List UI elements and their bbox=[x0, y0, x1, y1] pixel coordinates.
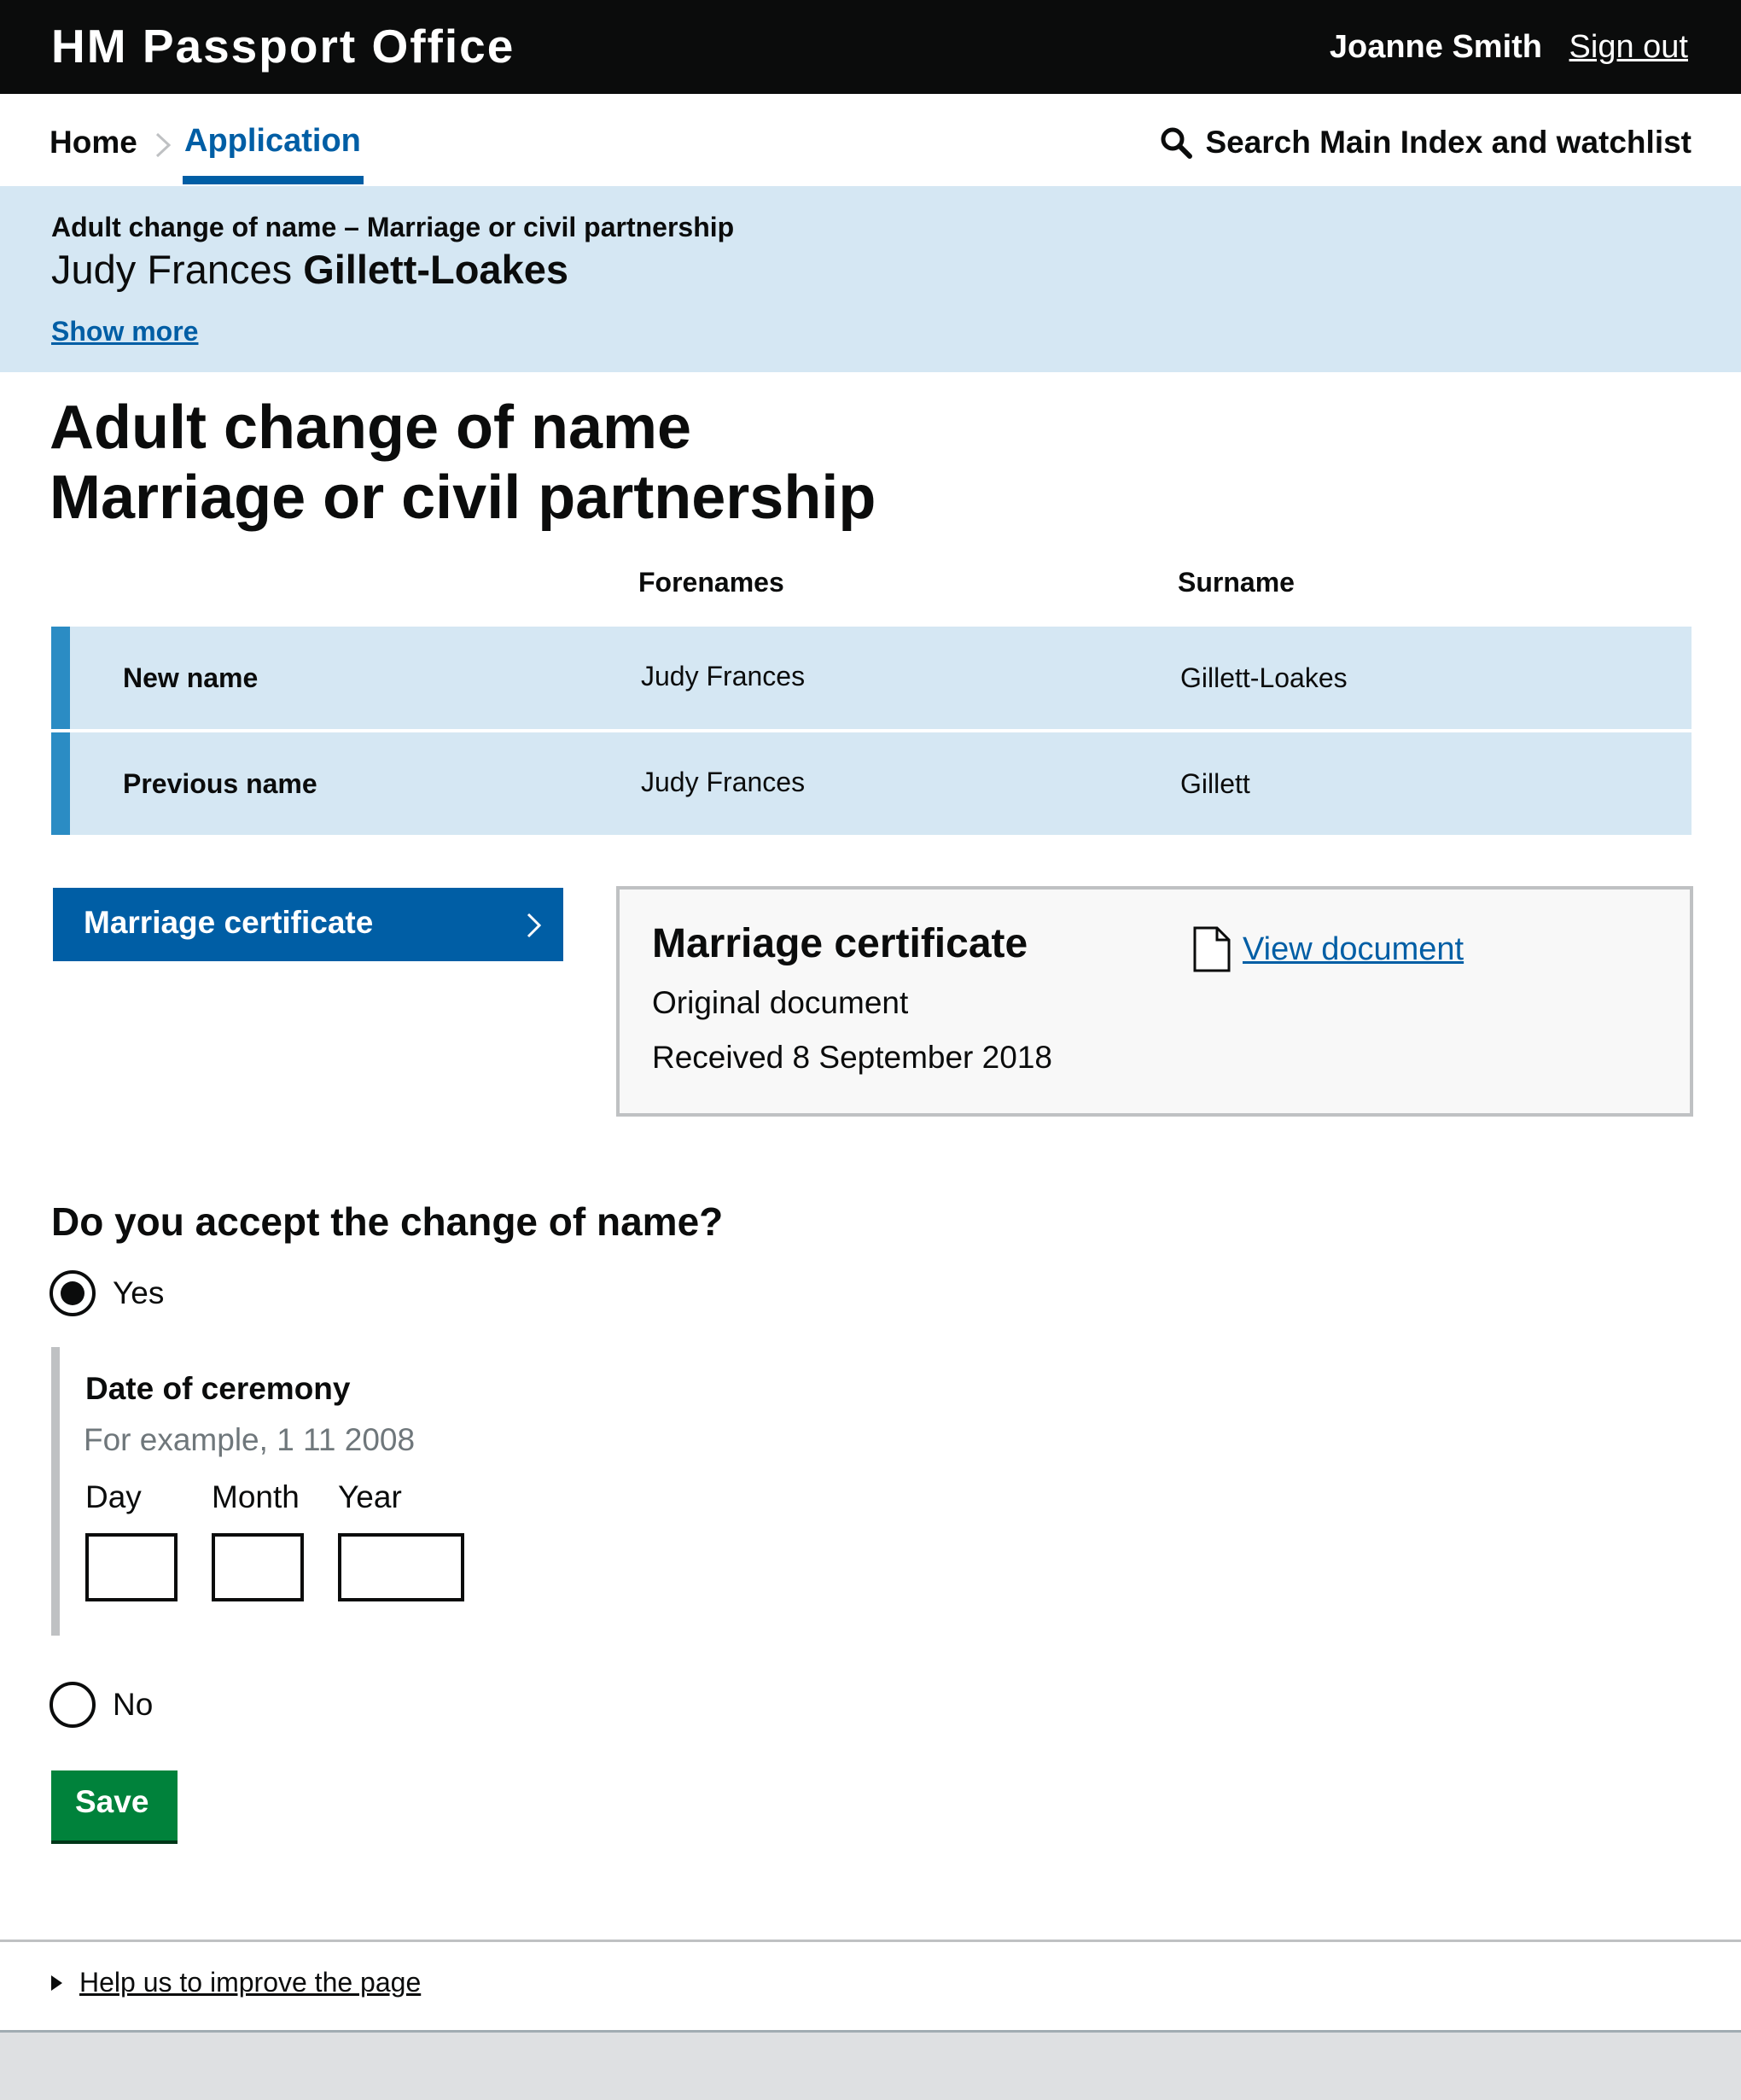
search-icon bbox=[1161, 127, 1193, 159]
sign-out-link[interactable]: Sign out bbox=[1569, 29, 1688, 66]
month-input[interactable] bbox=[212, 1533, 304, 1601]
applicant-surname: Gillett-Loakes bbox=[303, 247, 568, 292]
view-document-label: View document bbox=[1243, 930, 1464, 967]
date-hint: For example, 1 11 2008 bbox=[84, 1422, 416, 1457]
month-label: Month bbox=[212, 1479, 300, 1514]
service-brand[interactable]: HM Passport Office bbox=[51, 19, 515, 73]
page-footer bbox=[0, 2030, 1741, 2100]
column-header-surname: Surname bbox=[1178, 567, 1295, 598]
nav-application-tab[interactable]: Application bbox=[184, 123, 361, 160]
document-icon bbox=[1193, 926, 1231, 972]
radio-no[interactable] bbox=[49, 1682, 96, 1728]
page-title-line1: Adult change of name bbox=[49, 394, 692, 462]
search-link-label: Search Main Index and watchlist bbox=[1205, 125, 1692, 160]
page-title-line2: Marriage or civil partnership bbox=[49, 464, 876, 532]
save-button[interactable]: Save bbox=[51, 1770, 178, 1840]
radio-selected-dot bbox=[61, 1281, 84, 1305]
row-label: Previous name bbox=[123, 768, 317, 799]
row-surname: Gillett bbox=[1180, 768, 1250, 799]
footer-divider bbox=[0, 1940, 1741, 1942]
doc-button-label: Marriage certificate bbox=[84, 905, 374, 940]
active-tab-indicator bbox=[183, 176, 364, 184]
radio-yes[interactable] bbox=[49, 1270, 96, 1316]
document-received-date: Received 8 September 2018 bbox=[652, 1040, 1052, 1075]
applicant-name: Judy Frances Gillett-Loakes bbox=[51, 246, 568, 293]
disclosure-triangle-icon bbox=[51, 1975, 62, 1991]
marriage-certificate-button[interactable]: Marriage certificate bbox=[53, 888, 563, 961]
applicant-forenames: Judy Frances bbox=[51, 247, 293, 292]
row-surname: Gillett-Loakes bbox=[1180, 662, 1348, 693]
page-title: Adult change of name Marriage or civil p… bbox=[49, 393, 876, 533]
year-label: Year bbox=[338, 1479, 402, 1514]
change-of-name-question: Do you accept the change of name? bbox=[51, 1199, 724, 1244]
top-header: HM Passport Office Joanne Smith Sign out bbox=[0, 0, 1741, 94]
conditional-reveal-bar bbox=[51, 1347, 60, 1636]
chevron-right-icon bbox=[527, 913, 542, 938]
document-type: Original document bbox=[652, 985, 909, 1020]
document-title: Marriage certificate bbox=[652, 921, 1028, 966]
radio-no-label[interactable]: No bbox=[113, 1687, 153, 1723]
day-label: Day bbox=[85, 1479, 142, 1514]
application-type: Adult change of name – Marriage or civil… bbox=[51, 212, 735, 242]
table-row-new-name: New name Judy Frances Gillett-Loakes bbox=[51, 627, 1692, 729]
show-more-link[interactable]: Show more bbox=[51, 316, 198, 347]
help-improve-page-link[interactable]: Help us to improve the page bbox=[51, 1967, 421, 1998]
row-forenames: Judy Frances bbox=[641, 661, 806, 691]
save-button-label: Save bbox=[75, 1784, 149, 1819]
document-details-panel: Marriage certificate Original document R… bbox=[616, 886, 1693, 1117]
row-label: New name bbox=[123, 662, 259, 693]
day-input[interactable] bbox=[85, 1533, 178, 1601]
row-forenames: Judy Frances bbox=[641, 767, 806, 797]
date-of-ceremony-title: Date of ceremony bbox=[85, 1371, 351, 1406]
year-input[interactable] bbox=[338, 1533, 464, 1601]
table-row-previous-name: Previous name Judy Frances Gillett bbox=[51, 732, 1692, 835]
application-summary-banner: Adult change of name – Marriage or civil… bbox=[0, 186, 1741, 372]
radio-yes-label[interactable]: Yes bbox=[113, 1275, 164, 1311]
help-link-label: Help us to improve the page bbox=[79, 1967, 422, 1998]
nav-home-link[interactable]: Home bbox=[49, 125, 137, 160]
view-document-link[interactable]: View document bbox=[1191, 925, 1464, 973]
column-header-forenames: Forenames bbox=[638, 567, 784, 598]
chevron-right-icon bbox=[155, 132, 172, 158]
user-name: Joanne Smith bbox=[1329, 29, 1542, 65]
search-main-index-link[interactable]: Search Main Index and watchlist bbox=[1159, 125, 1692, 160]
main-nav: Home Application Search Main Index and w… bbox=[0, 94, 1741, 186]
